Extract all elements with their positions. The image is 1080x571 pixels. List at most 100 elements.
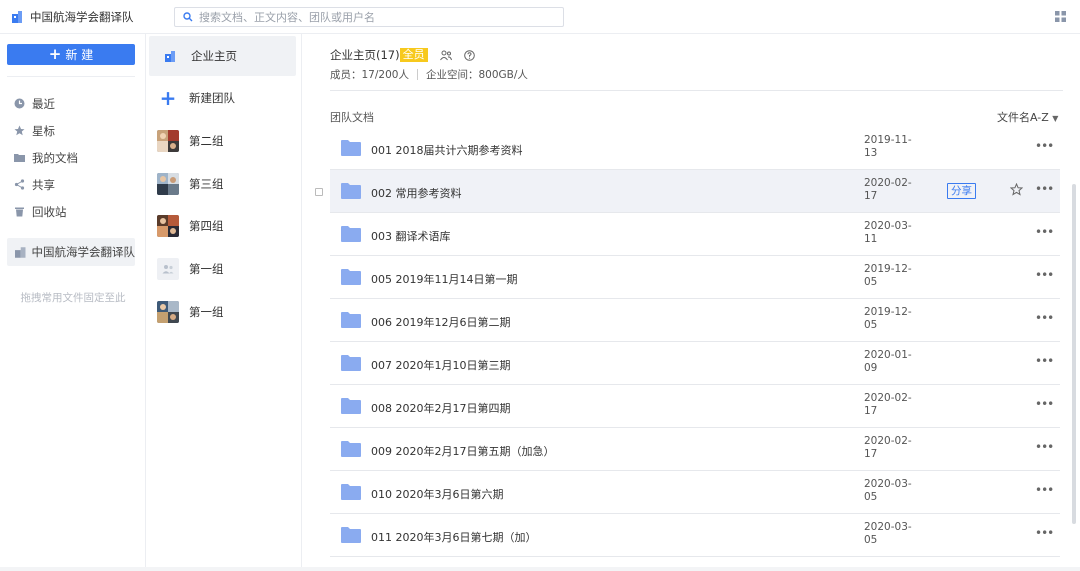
sidebar-item-shared[interactable]: 共享 bbox=[0, 171, 146, 198]
left-sidebar: + 新 建 最近 星标 我的文档 共享 回收站 中国航海学会翻译队 拖拽常用文件… bbox=[0, 34, 146, 571]
file-row[interactable]: 002 常用参考资料 2020-02- 17 分享 ••• bbox=[315, 170, 1060, 213]
sort-dropdown[interactable]: 文件名A-Z ▼ bbox=[997, 109, 1058, 125]
sidebar-item-label: 星标 bbox=[32, 123, 55, 138]
team-label: 第一组 bbox=[189, 262, 224, 276]
home-building-icon bbox=[159, 45, 181, 67]
new-button-label: 新 建 bbox=[65, 48, 94, 62]
share-button[interactable]: 分享 bbox=[947, 183, 976, 199]
folder-icon bbox=[341, 183, 361, 199]
team-item-group1-b[interactable]: 第一组 bbox=[147, 292, 296, 332]
file-date: 2020-01- 09 bbox=[864, 349, 912, 374]
file-name: 005 2019年11月14日第一期 bbox=[371, 273, 518, 286]
file-row[interactable]: 005 2019年11月14日第一期 2019-12- 05 ••• bbox=[330, 256, 1060, 299]
file-date: 2020-02- 17 bbox=[864, 392, 912, 417]
members-count: 成员：17/200人 bbox=[330, 69, 409, 81]
plus-icon: + bbox=[48, 45, 62, 63]
folder-icon bbox=[341, 398, 361, 414]
enterprise-title: 企业主页(17) bbox=[330, 48, 400, 62]
sidebar-item-recent[interactable]: 最近 bbox=[0, 90, 146, 117]
folder-icon bbox=[14, 154, 25, 162]
file-row[interactable]: 001 2018届共计六期参考资料 2019-11- 13 ••• bbox=[330, 127, 1060, 170]
help-icon[interactable] bbox=[463, 49, 475, 61]
members-icon[interactable] bbox=[439, 50, 452, 61]
sidebar-item-starred[interactable]: 星标 bbox=[0, 117, 146, 144]
section-title: 团队文档 bbox=[330, 111, 374, 124]
sidebar-item-label: 回收站 bbox=[32, 204, 67, 219]
file-row[interactable]: 006 2019年12月6日第二期 2019-12- 05 ••• bbox=[330, 299, 1060, 342]
file-row[interactable]: 009 2020年2月17日第五期（加急） 2020-02- 17 ••• bbox=[330, 428, 1060, 471]
team-item-group1-a[interactable]: 第一组 bbox=[147, 249, 296, 289]
more-icon[interactable]: ••• bbox=[1035, 526, 1054, 540]
more-icon[interactable]: ••• bbox=[1035, 182, 1054, 196]
more-icon[interactable]: ••• bbox=[1035, 354, 1054, 368]
more-icon[interactable]: ••• bbox=[1035, 139, 1054, 153]
more-icon[interactable]: ••• bbox=[1035, 311, 1054, 325]
file-name: 010 2020年3月6日第六期 bbox=[371, 488, 504, 501]
file-row[interactable]: 010 2020年3月6日第六期 2020-03- 05 ••• bbox=[330, 471, 1060, 514]
top-bar: 中国航海学会翻译队 bbox=[0, 0, 1080, 34]
more-icon[interactable]: ••• bbox=[1035, 440, 1054, 454]
file-date: 2019-12- 05 bbox=[864, 263, 912, 288]
sidebar-nav: 最近 星标 我的文档 共享 回收站 bbox=[0, 90, 146, 225]
file-name: 006 2019年12月6日第二期 bbox=[371, 316, 511, 329]
more-icon[interactable]: ••• bbox=[1035, 483, 1054, 497]
team-item-group2[interactable]: 第二组 bbox=[147, 121, 296, 161]
apps-grid-icon[interactable] bbox=[1055, 11, 1066, 22]
file-date: 2019-12- 05 bbox=[864, 306, 912, 331]
folder-icon bbox=[341, 140, 361, 156]
more-icon[interactable]: ••• bbox=[1035, 268, 1054, 282]
sort-label: 文件名A-Z bbox=[997, 111, 1049, 124]
more-icon[interactable]: ••• bbox=[1035, 397, 1054, 411]
file-row[interactable]: 011 2020年3月6日第七期（加） 2020-03- 05 ••• bbox=[330, 514, 1060, 557]
divider bbox=[7, 76, 135, 77]
star-icon[interactable] bbox=[1010, 183, 1023, 196]
team-avatar bbox=[157, 215, 179, 237]
more-icon[interactable]: ••• bbox=[1035, 225, 1054, 239]
file-date: 2020-02- 17 bbox=[864, 435, 912, 460]
file-list: 001 2018届共计六期参考资料 2019-11- 13 ••• 002 常用参… bbox=[315, 127, 1060, 557]
sidebar-item-label: 中国航海学会翻译队 bbox=[31, 245, 136, 259]
team-item-group4[interactable]: 第四组 bbox=[147, 206, 296, 246]
team-item-group3[interactable]: 第三组 bbox=[147, 164, 296, 204]
sidebar-item-label: 我的文档 bbox=[32, 150, 78, 165]
all-members-badge: 全员 bbox=[399, 48, 428, 62]
new-button[interactable]: + 新 建 bbox=[7, 44, 135, 65]
sidebar-item-team[interactable]: 中国航海学会翻译队 bbox=[7, 238, 135, 266]
enterprise-space: 企业空间：800GB/人 bbox=[425, 69, 528, 81]
search-input[interactable] bbox=[199, 10, 539, 24]
team-item-home[interactable]: 企业主页 bbox=[149, 36, 296, 76]
folder-icon bbox=[341, 441, 361, 457]
file-row[interactable]: 008 2020年2月17日第四期 2020-02- 17 ••• bbox=[330, 385, 1060, 428]
file-name: 008 2020年2月17日第四期 bbox=[371, 402, 511, 415]
file-row[interactable]: 007 2020年1月10日第三期 2020-01- 09 ••• bbox=[330, 342, 1060, 385]
file-row[interactable]: 003 翻译术语库 2020-03- 11 ••• bbox=[330, 213, 1060, 256]
clock-icon bbox=[14, 98, 25, 109]
team-item-new[interactable]: + 新建团队 bbox=[147, 78, 296, 118]
enterprise-header: 企业主页(17) 全员 bbox=[330, 47, 475, 63]
scrollbar[interactable] bbox=[1072, 184, 1076, 524]
folder-icon bbox=[341, 312, 361, 328]
file-name: 003 翻译术语库 bbox=[371, 230, 451, 243]
team-label: 第二组 bbox=[189, 134, 224, 148]
team-label: 第四组 bbox=[189, 219, 224, 233]
sidebar-item-label: 最近 bbox=[32, 96, 55, 111]
file-name: 007 2020年1月10日第三期 bbox=[371, 359, 511, 372]
trash-icon bbox=[15, 207, 24, 217]
team-label: 新建团队 bbox=[189, 91, 235, 105]
brand[interactable]: 中国航海学会翻译队 bbox=[12, 9, 134, 25]
divider bbox=[416, 69, 418, 80]
sidebar-item-my-docs[interactable]: 我的文档 bbox=[0, 144, 146, 171]
file-name: 011 2020年3月6日第七期（加） bbox=[371, 531, 537, 544]
sidebar-item-trash[interactable]: 回收站 bbox=[0, 198, 146, 225]
team-label: 企业主页 bbox=[191, 49, 237, 63]
team-label: 第一组 bbox=[189, 305, 224, 319]
team-avatar bbox=[157, 173, 179, 195]
file-name: 001 2018届共计六期参考资料 bbox=[371, 144, 523, 157]
share-icon bbox=[14, 179, 25, 190]
team-avatar bbox=[157, 130, 179, 152]
bottom-edge bbox=[0, 567, 1080, 571]
divider bbox=[330, 90, 1063, 91]
search-box[interactable] bbox=[174, 7, 564, 27]
row-checkbox[interactable] bbox=[315, 188, 323, 196]
search-icon bbox=[183, 12, 193, 22]
